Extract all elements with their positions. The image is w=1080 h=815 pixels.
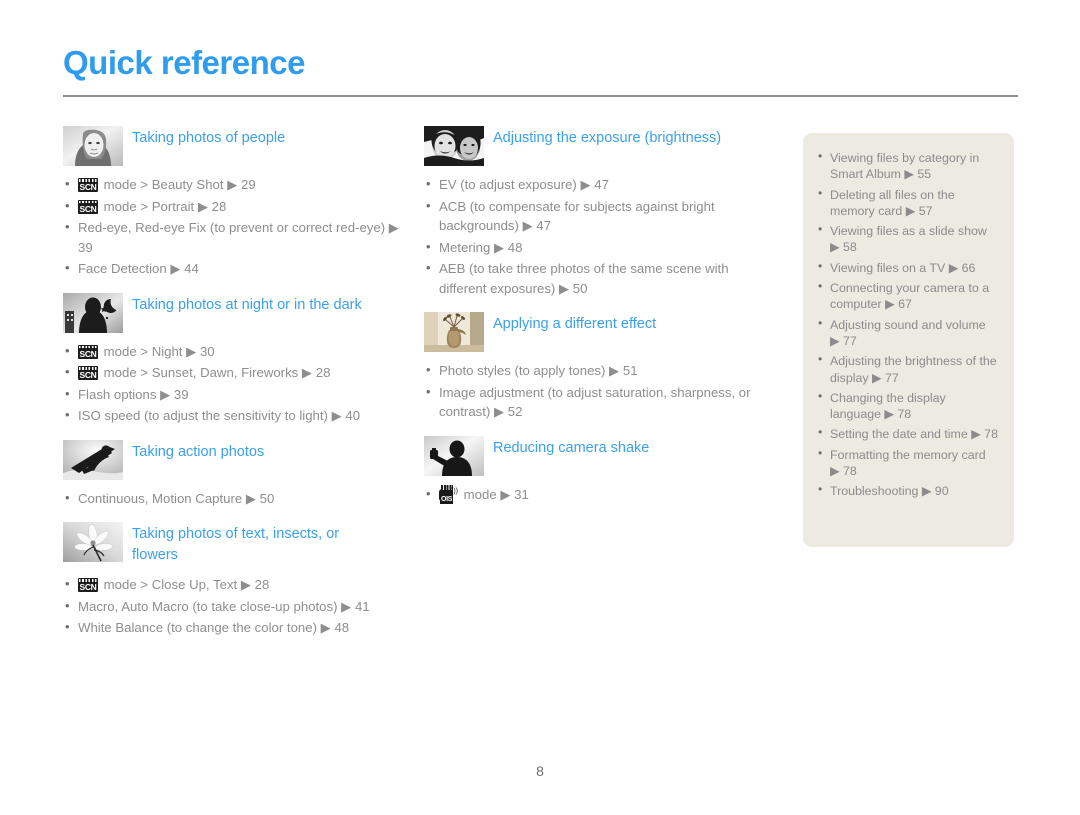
- page-number: 8: [536, 763, 544, 779]
- list-item: Macro, Auto Macro (to take close-up phot…: [63, 596, 403, 617]
- section-header: Applying a different effect: [424, 312, 774, 352]
- section-title: Taking photos of text, insects, or flowe…: [132, 526, 340, 563]
- list-item: Photo styles (to apply tones) ▶ 51: [424, 360, 774, 381]
- list-item: Image adjustment (to adjust saturation, …: [424, 382, 774, 422]
- sidebar-list-item: Adjusting the brightness of the display …: [816, 351, 998, 386]
- list-item: SCN mode > Portrait ▶ 28: [63, 196, 403, 217]
- section-title: Applying a different effect: [493, 316, 657, 332]
- list-item: Continuous, Motion Capture ▶ 50: [63, 488, 403, 509]
- list-item-label: Macro, Auto Macro (to take close-up phot…: [78, 598, 370, 614]
- sidebar-list-item: Viewing files by category in Smart Album…: [816, 148, 998, 183]
- ois-mode-icon: )))OIS: [440, 484, 458, 504]
- quick-reference-section: Adjusting the exposure (brightness) EV (t…: [424, 126, 774, 298]
- list-item-label: Flash options ▶ 39: [78, 386, 189, 402]
- section-title: Taking photos at night or in the dark: [132, 296, 362, 313]
- flower-thumbnail: [63, 522, 123, 562]
- section-item-list: Photo styles (to apply tones) ▶ 51 Image …: [424, 360, 774, 422]
- quick-reference-section: Reducing camera shake )))OIS mode ▶ 31: [424, 435, 774, 505]
- title-divider: [63, 95, 1018, 97]
- section-title: Taking action photos: [132, 443, 265, 460]
- scn-mode-icon: SCN: [78, 344, 98, 359]
- document-page: Quick reference Taking photos of people S…: [0, 0, 1080, 815]
- page-title: Quick reference: [63, 44, 305, 81]
- list-item-label: mode > Sunset, Dawn, Fireworks ▶ 28: [103, 365, 331, 380]
- night-scene-thumbnail: [63, 292, 123, 333]
- list-item-label: mode > Beauty Shot ▶ 29: [103, 177, 256, 192]
- section-item-list: )))OIS mode ▶ 31: [424, 484, 774, 505]
- quick-reference-section: Applying a different effect Photo styles …: [424, 312, 774, 422]
- person-camera-thumbnail: [424, 435, 484, 476]
- sidebar-list-item: Setting the date and time ▶ 78: [816, 424, 998, 442]
- sidebar-list-item: Formatting the memory card ▶ 78: [816, 445, 998, 480]
- section-header: Taking photos of text, insects, or flowe…: [63, 522, 403, 566]
- list-item: SCN mode > Close Up, Text ▶ 28: [63, 574, 403, 595]
- list-item: Metering ▶ 48: [424, 237, 774, 258]
- scn-mode-icon: SCN: [78, 366, 98, 380]
- sidebar-list-item: Troubleshooting ▶ 90: [816, 481, 998, 499]
- section-header: Taking photos at night or in the dark: [63, 292, 403, 333]
- list-item-label: mode > Close Up, Text ▶ 28: [103, 577, 270, 592]
- scn-mode-icon: SCN: [78, 578, 98, 592]
- quick-reference-section: Taking photos of people SCN mode > Beauty…: [63, 126, 403, 279]
- list-item: AEB (to take three photos of the same sc…: [424, 258, 774, 298]
- list-item: SCN mode > Beauty Shot ▶ 29: [63, 174, 403, 195]
- portrait-face-thumbnail: [63, 126, 123, 166]
- quick-reference-section: Taking photos at night or in the dark SCN…: [63, 292, 403, 426]
- list-item: Red-eye, Red-eye Fix (to prevent or corr…: [63, 217, 403, 257]
- list-item-label: Face Detection ▶ 44: [78, 261, 199, 276]
- sidebar-list-item: Viewing files on a TV ▶ 66: [816, 258, 998, 276]
- section-title: Reducing camera shake: [493, 439, 650, 456]
- list-item-label: EV (to adjust exposure) ▶ 47: [439, 177, 609, 192]
- sidebar-list: Viewing files by category in Smart Album…: [816, 148, 998, 500]
- section-header: Reducing camera shake: [424, 435, 774, 476]
- sidebar-list-item: Viewing files as a slide show ▶ 58: [816, 221, 998, 256]
- section-item-list: SCN mode > Beauty Shot ▶ 29SCN mode > Po…: [63, 174, 403, 279]
- list-item-label: White Balance (to change the color tone)…: [78, 620, 350, 635]
- list-item: )))OIS mode ▶ 31: [424, 484, 774, 505]
- quick-reference-section: Taking action photos Continuous, Motion C…: [63, 439, 403, 509]
- list-item: ISO speed (to adjust the sensitivity to …: [63, 405, 403, 426]
- sidebar-list-item: Connecting your camera to a computer ▶ 6…: [816, 278, 998, 313]
- list-item: Flash options ▶ 39: [63, 384, 403, 405]
- list-item: ACB (to compensate for subjects against …: [424, 196, 774, 236]
- section-item-list: SCN mode > Night ▶ 30SCN mode > Sunset, …: [63, 341, 403, 426]
- scn-mode-icon: SCN: [78, 199, 98, 214]
- section-item-list: Continuous, Motion Capture ▶ 50: [63, 488, 403, 509]
- sidebar-list-item: Changing the display language ▶ 78: [816, 388, 998, 423]
- list-item-label: ACB (to compensate for subjects against …: [439, 198, 715, 234]
- list-item-label: Continuous, Motion Capture ▶ 50: [78, 490, 275, 506]
- list-item-label: AEB (to take three photos of the same sc…: [439, 261, 729, 296]
- list-item-label: Photo styles (to apply tones) ▶ 51: [439, 363, 638, 378]
- quick-links-sidebar: Viewing files by category in Smart Album…: [803, 133, 1014, 547]
- content-column-middle: Adjusting the exposure (brightness) EV (t…: [424, 126, 774, 518]
- section-item-list: EV (to adjust exposure) ▶ 47 ACB (to comp…: [424, 174, 774, 298]
- section-item-list: SCN mode > Close Up, Text ▶ 28 Macro, Aut…: [63, 574, 403, 638]
- list-item-label: Image adjustment (to adjust saturation, …: [439, 384, 751, 420]
- two-people-thumbnail: [424, 126, 484, 166]
- list-item: EV (to adjust exposure) ▶ 47: [424, 174, 774, 195]
- section-header: Adjusting the exposure (brightness): [424, 126, 774, 166]
- list-item-label: mode ▶ 31: [463, 486, 529, 502]
- list-item: SCN mode > Sunset, Dawn, Fireworks ▶ 28: [63, 362, 403, 383]
- section-header: Taking photos of people: [63, 126, 403, 166]
- list-item: White Balance (to change the color tone)…: [63, 617, 403, 638]
- sidebar-list-item: Deleting all files on the memory card ▶ …: [816, 185, 998, 220]
- scn-mode-icon: SCN: [78, 178, 98, 192]
- list-item-label: mode > Night ▶ 30: [103, 343, 215, 359]
- list-item: Face Detection ▶ 44: [63, 258, 403, 279]
- section-title: Adjusting the exposure (brightness): [493, 130, 722, 146]
- section-title: Taking photos of people: [132, 130, 286, 146]
- content-column-left: Taking photos of people SCN mode > Beauty…: [63, 126, 403, 652]
- quick-reference-section: Taking photos of text, insects, or flowe…: [63, 522, 403, 638]
- list-item: SCN mode > Night ▶ 30: [63, 341, 403, 362]
- list-item-label: ISO speed (to adjust the sensitivity to …: [78, 408, 361, 423]
- list-item-label: Metering ▶ 48: [439, 239, 523, 255]
- list-item-label: Red-eye, Red-eye Fix (to prevent or corr…: [78, 220, 399, 255]
- snowboarder-thumbnail: [63, 439, 123, 480]
- sidebar-list-item: Adjusting sound and volume ▶ 77: [816, 315, 998, 350]
- list-item-label: mode > Portrait ▶ 28: [103, 198, 227, 214]
- sepia-vase-thumbnail: [424, 312, 484, 352]
- section-header: Taking action photos: [63, 439, 403, 480]
